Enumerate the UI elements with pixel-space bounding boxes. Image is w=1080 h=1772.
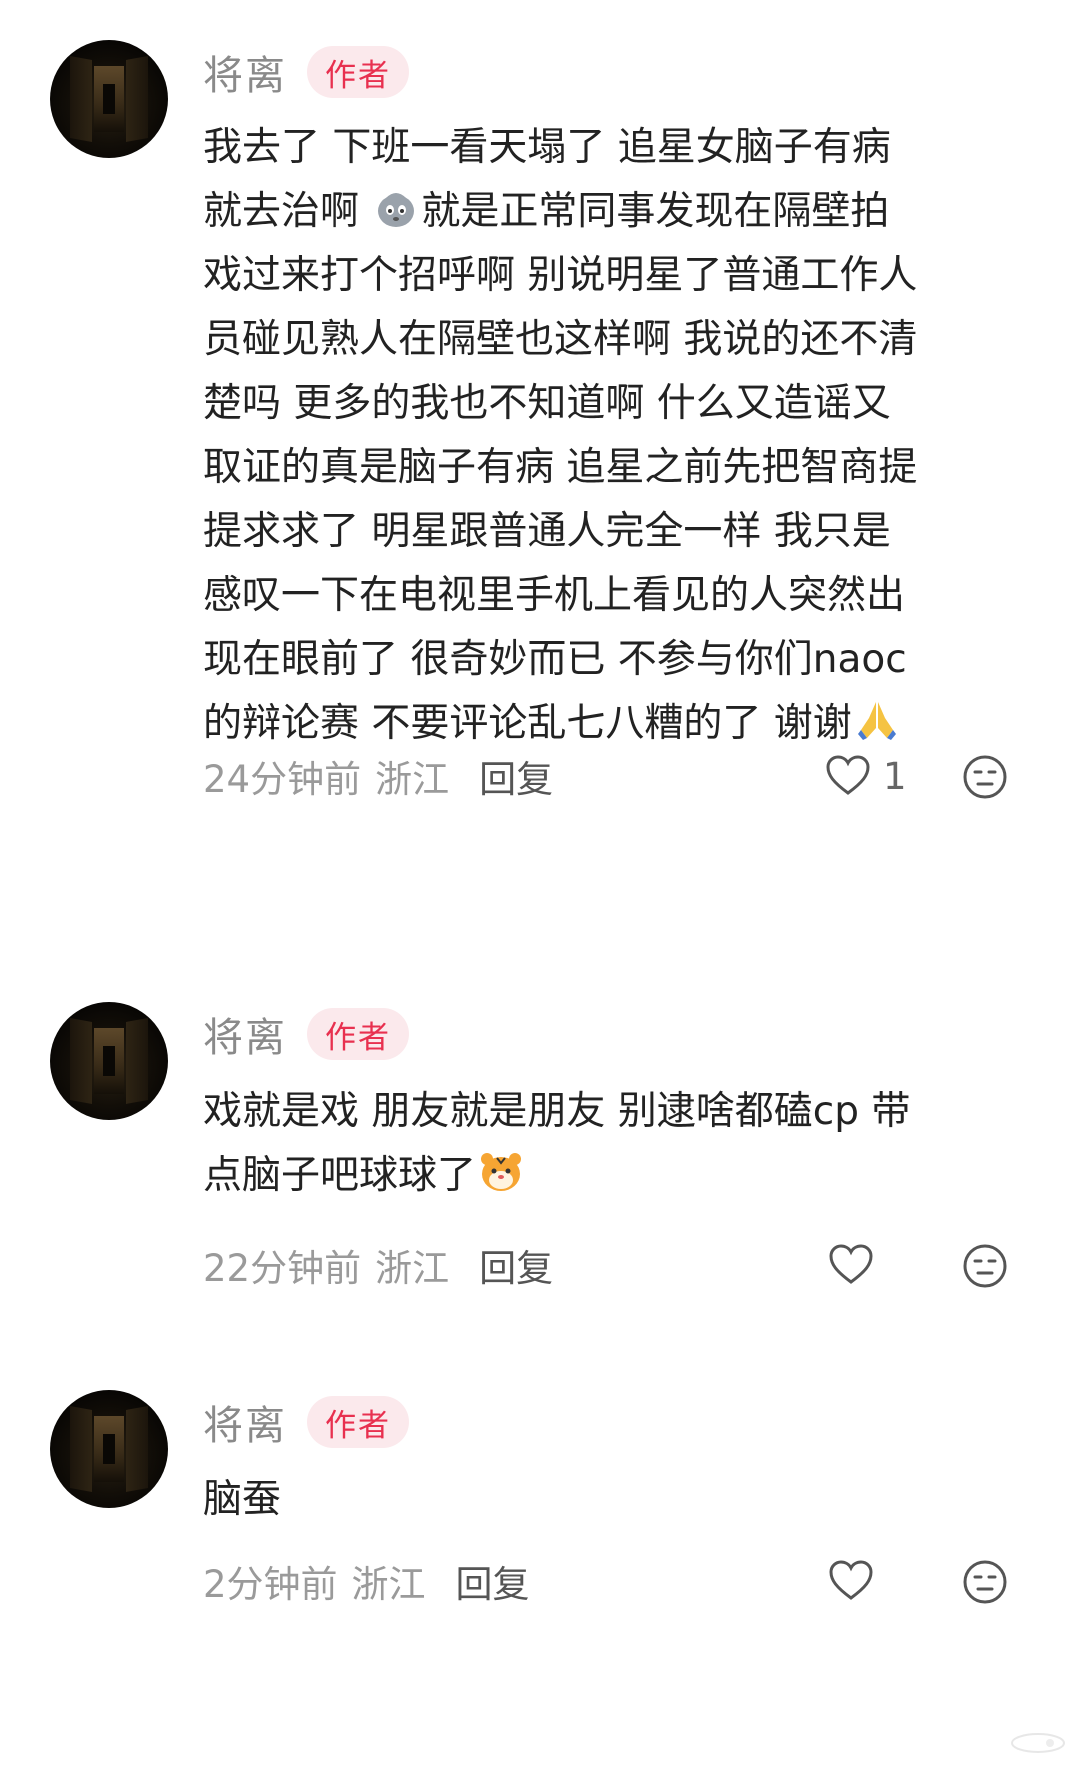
folded-hands-emoji bbox=[857, 702, 896, 740]
username[interactable]: 将离 bbox=[203, 1005, 287, 1063]
tiger-face-emoji bbox=[481, 1153, 522, 1191]
comment-meta: 24分钟前 浙江 回复 bbox=[203, 746, 553, 806]
heart-outline-icon[interactable] bbox=[823, 751, 873, 801]
neutral-face-icon[interactable] bbox=[960, 1241, 1010, 1291]
timestamp: 22分钟前 bbox=[203, 1247, 362, 1290]
comment-meta: 2分钟前 浙江 回复 bbox=[203, 1551, 530, 1611]
comment-text: 脑蚕 bbox=[203, 1477, 282, 1522]
neutral-face-icon[interactable] bbox=[960, 1557, 1010, 1607]
comment-meta: 22分钟前 浙江 回复 bbox=[203, 1235, 553, 1295]
region-label: 浙江 bbox=[351, 1563, 426, 1606]
author-badge: 作者 bbox=[307, 46, 409, 98]
author-badge: 作者 bbox=[307, 1008, 409, 1060]
comment-text: 我去了 下班一看天塌了 追星女脑子有病 就去治啊 就是正常同事发现在隔壁拍 戏过… bbox=[203, 125, 918, 746]
reply-button[interactable]: 回复 bbox=[479, 1238, 553, 1292]
region-label: 浙江 bbox=[375, 1247, 450, 1290]
blob-face-emoji bbox=[378, 193, 415, 227]
region-label: 浙江 bbox=[375, 758, 450, 801]
username[interactable]: 将离 bbox=[203, 1393, 287, 1451]
reply-button[interactable]: 回复 bbox=[456, 1554, 530, 1608]
comment-text: 戏就是戏 朋友就是朋友 别逮啥都磕cp 带 点脑子吧球球了 bbox=[203, 1089, 911, 1198]
heart-outline-icon[interactable] bbox=[826, 1556, 876, 1606]
like-count: 1 bbox=[883, 754, 907, 798]
like-button[interactable]: 1 bbox=[823, 746, 907, 806]
heart-outline-icon[interactable] bbox=[826, 1240, 876, 1290]
like-button[interactable] bbox=[826, 1235, 886, 1295]
timestamp: 24分钟前 bbox=[203, 758, 362, 801]
comment-header: 将离 作者 bbox=[203, 44, 409, 100]
comment-header: 将离 作者 bbox=[203, 1006, 409, 1062]
neutral-face-icon[interactable] bbox=[960, 752, 1010, 802]
comment-list: 将离 作者 我去了 下班一看天塌了 追星女脑子有病 就去治啊 就是正常同事发现在… bbox=[0, 0, 1080, 1772]
like-button[interactable] bbox=[826, 1551, 886, 1611]
username[interactable]: 将离 bbox=[203, 43, 287, 101]
author-badge: 作者 bbox=[307, 1396, 409, 1448]
reply-button[interactable]: 回复 bbox=[479, 749, 553, 803]
avatar[interactable] bbox=[50, 40, 168, 158]
avatar[interactable] bbox=[50, 1002, 168, 1120]
avatar[interactable] bbox=[50, 1390, 168, 1508]
timestamp: 2分钟前 bbox=[203, 1563, 338, 1606]
watermark-logo bbox=[1011, 1733, 1065, 1753]
comment-header: 将离 作者 bbox=[203, 1394, 409, 1450]
